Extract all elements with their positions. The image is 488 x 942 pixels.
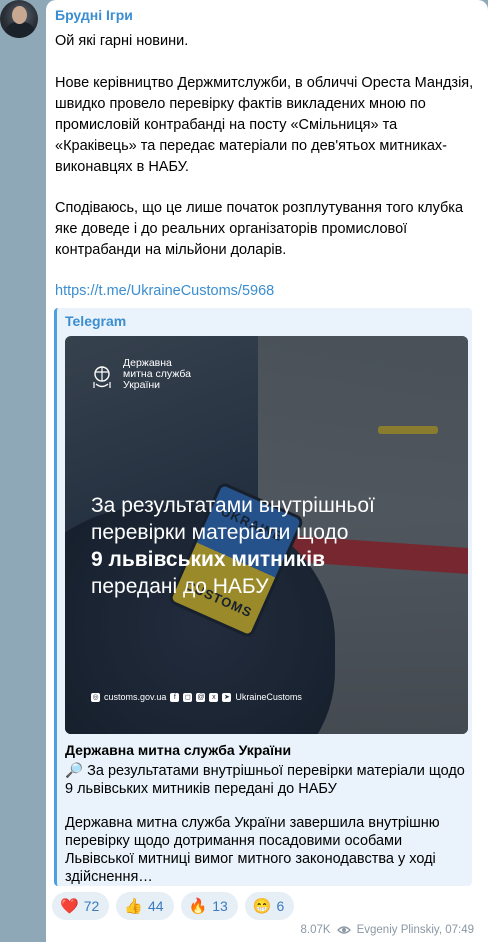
preview-description-line-2: 9 львівських митників передані до НАБУ bbox=[65, 781, 337, 797]
sender-name[interactable]: Брудні Ігри bbox=[55, 7, 133, 23]
message-meta: 8.07K Evgeniy Plinskiy, 07:49 bbox=[301, 924, 474, 936]
reaction-fire[interactable]: 🔥 13 bbox=[180, 892, 238, 920]
reaction-count: 6 bbox=[276, 898, 285, 914]
magnifier-emoji: 🔎 bbox=[65, 763, 84, 779]
reaction-thumbs-up[interactable]: 👍 44 bbox=[116, 892, 174, 920]
customs-emblem-icon bbox=[93, 366, 111, 388]
grin-icon: 😁 bbox=[252, 898, 272, 915]
footer-site: customs.gov.ua bbox=[104, 692, 167, 702]
footer-handle: UkraineCustoms bbox=[235, 692, 302, 702]
avatar-face bbox=[12, 6, 27, 24]
reaction-grin[interactable]: 😁 6 bbox=[244, 892, 295, 920]
image-footer: ◎ customs.gov.ua f ◻ @ x ➤ UkraineCustom… bbox=[91, 692, 302, 702]
threads-icon: @ bbox=[196, 692, 206, 702]
preview-description-line-1: За результатами внутрішньої перевірки ма… bbox=[87, 763, 465, 779]
globe-icon: ◎ bbox=[91, 692, 100, 702]
message-link[interactable]: https://t.me/UkraineCustoms/5968 bbox=[55, 283, 274, 299]
thumbs-up-icon: 👍 bbox=[124, 898, 143, 915]
reaction-heart[interactable]: ❤️ 72 bbox=[52, 892, 110, 920]
preview-site-name: Telegram bbox=[65, 313, 127, 329]
message-paragraph-2: Нове керівництво Держмитслужби, в обличч… bbox=[55, 75, 474, 175]
reactions-row: ❤️ 72 👍 44 🔥 13 😁 6 bbox=[52, 892, 295, 920]
avatar-shirt bbox=[5, 22, 35, 38]
preview-description-more: Державна митна служба України завершила … bbox=[65, 815, 440, 885]
telegram-icon: ➤ bbox=[222, 692, 232, 702]
image-headline: За результатами внутрішньої перевірки ма… bbox=[91, 492, 461, 600]
emblem-line-3: України bbox=[123, 379, 161, 391]
preview-title: Державна митна служба України bbox=[65, 742, 292, 758]
headline-line-4: передані до НАБУ bbox=[91, 575, 269, 598]
channel-avatar[interactable] bbox=[0, 0, 38, 38]
headline-line-1: За результатами внутрішньої bbox=[91, 494, 375, 517]
message-paragraph-1: Ой які гарні новини. bbox=[55, 33, 189, 49]
heart-icon: ❤️ bbox=[60, 898, 79, 915]
emblem-caption: Державна митна служба України bbox=[123, 358, 233, 391]
facebook-icon: f bbox=[170, 692, 180, 702]
link-preview[interactable]: Telegram UKRAINE CUSTOMS Державна митна … bbox=[54, 308, 472, 886]
view-count: 8.07K bbox=[300, 924, 331, 936]
headline-line-3: 9 львівських митників bbox=[91, 548, 325, 571]
eye-icon bbox=[336, 926, 351, 934]
message-paragraph-3: Сподіваюсь, що це лише початок розплутув… bbox=[55, 200, 464, 258]
author-and-time: Evgeniy Plinskiy, 07:49 bbox=[356, 924, 474, 936]
reaction-count: 44 bbox=[147, 898, 164, 914]
fire-icon: 🔥 bbox=[188, 898, 208, 915]
instagram-icon: ◻ bbox=[183, 692, 193, 702]
x-icon: x bbox=[209, 692, 219, 702]
reaction-count: 13 bbox=[212, 898, 228, 914]
headline-line-2: перевірки матеріали щодо bbox=[91, 521, 349, 544]
preview-image[interactable]: UKRAINE CUSTOMS Державна митна служба Ук… bbox=[65, 336, 468, 734]
message-bubble: Брудні Ігри Ой які гарні новини. Нове ке… bbox=[46, 0, 488, 942]
reaction-count: 72 bbox=[83, 898, 100, 914]
preview-description: 🔎 За результатами внутрішньої перевірки … bbox=[65, 762, 469, 780]
